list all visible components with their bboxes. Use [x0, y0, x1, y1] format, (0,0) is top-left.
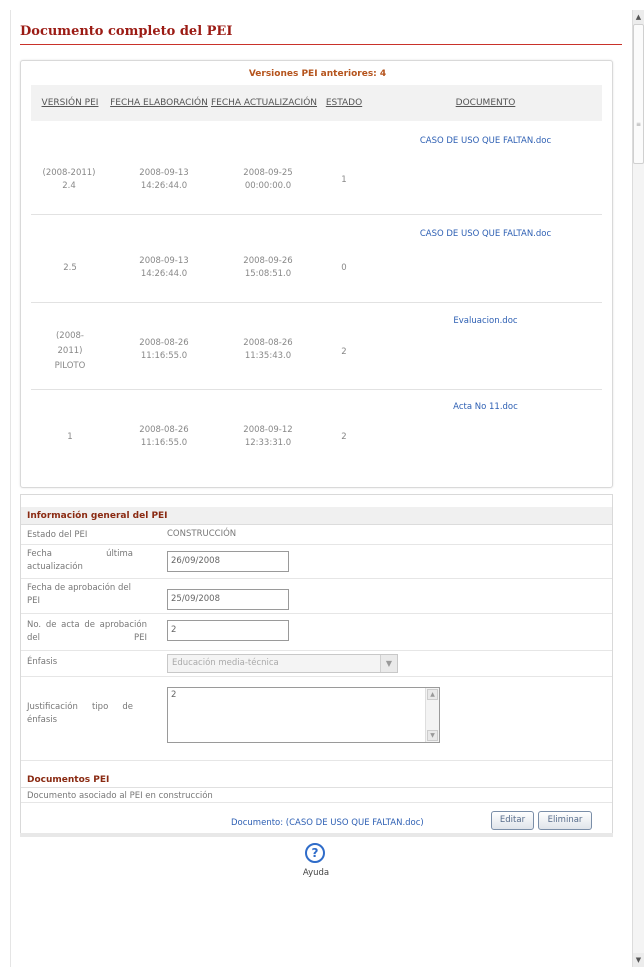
- estado-cell: 2: [341, 347, 347, 357]
- versions-table-header: VERSIÓN PEI FECHA ELABORACIÓN FECHA ACTU…: [31, 85, 602, 121]
- estado-value: CONSTRUCCIÓN: [167, 529, 237, 539]
- acta-row: No. de acta de aprobación del PEI 2: [21, 614, 612, 651]
- fecha-actualizacion-cell: 2008-09-25 00:00:00.0: [243, 168, 293, 191]
- header-documento[interactable]: DOCUMENTO: [369, 85, 602, 121]
- pei-info-panel: Información general del PEI Estado del P…: [20, 494, 613, 834]
- divider: [20, 833, 613, 837]
- table-row: Evaluacion.doc (2008-2011) PILOTO 2008-0…: [31, 304, 602, 390]
- page-scrollbar[interactable]: ▲ ≡ ▼: [632, 10, 644, 967]
- fecha-elaboracion-cell: 2008-08-26 11:16:55.0: [139, 338, 189, 361]
- estado-cell: 1: [341, 175, 347, 185]
- document-link[interactable]: Evaluacion.doc: [369, 315, 602, 328]
- justificacion-text: 2: [171, 690, 177, 700]
- page: Documento completo del PEI Versiones PEI…: [10, 10, 622, 964]
- docs-heading: Documentos PEI: [21, 772, 612, 788]
- enfasis-select[interactable]: Educación media-técnica ▼: [167, 654, 398, 673]
- justificacion-row: Justificación tipo de énfasis 2 ▲ ▼: [21, 677, 612, 761]
- fecha-actualizacion-input[interactable]: 26/09/2008: [167, 551, 289, 572]
- fecha-actualizacion-cell: 2008-09-26 15:08:51.0: [243, 256, 293, 279]
- fecha-elaboracion-cell: 2008-08-26 11:16:55.0: [139, 425, 189, 448]
- header-fecha-actualizacion[interactable]: FECHA ACTUALIZACIÓN: [209, 85, 319, 121]
- version-cell: (2008-2011) PILOTO: [54, 331, 86, 371]
- fecha-elaboracion-cell: 2008-09-13 14:26:44.0: [139, 256, 189, 279]
- acta-input[interactable]: 2: [167, 620, 289, 641]
- versions-caption: Versiones PEI anteriores: 4: [248, 69, 387, 79]
- fecha-actualizacion-row: Fecha última actualización 26/09/2008: [21, 545, 612, 579]
- textarea-scrollbar[interactable]: ▲ ▼: [425, 688, 439, 742]
- document-link[interactable]: CASO DE USO QUE FALTAN.doc: [369, 228, 602, 241]
- scroll-up-icon[interactable]: ▲: [633, 10, 644, 24]
- fecha-actualizacion-label: Fecha última actualización: [27, 549, 133, 572]
- fecha-aprobacion-row: Fecha de aprobación del PEI 25/09/2008: [21, 579, 612, 614]
- docs-description: Documento asociado al PEI en construcció…: [27, 791, 213, 801]
- fecha-actualizacion-cell: 2008-08-26 11:35:43.0: [243, 338, 293, 361]
- help-label[interactable]: Ayuda: [298, 868, 334, 878]
- current-document-link[interactable]: Documento: (CASO DE USO QUE FALTAN.doc): [231, 818, 424, 828]
- fecha-elaboracion-cell: 2008-09-13 14:26:44.0: [139, 168, 189, 191]
- scroll-down-icon[interactable]: ▼: [427, 730, 438, 741]
- divider: [21, 802, 612, 803]
- question-circle-icon[interactable]: ?: [305, 843, 325, 863]
- scrollbar-thumb[interactable]: ≡: [633, 24, 644, 164]
- estado-cell: 2: [341, 432, 347, 442]
- estado-row: Estado del PEI CONSTRUCCIÓN: [21, 525, 612, 545]
- enfasis-selected-value: Educación media-técnica: [172, 658, 279, 668]
- enfasis-label: Énfasis: [27, 657, 58, 667]
- estado-label: Estado del PEI: [27, 530, 88, 540]
- fecha-aprobacion-label: Fecha de aprobación del PEI: [27, 583, 131, 606]
- version-cell: 1: [67, 432, 73, 442]
- header-fecha-elaboracion[interactable]: FECHA ELABORACIÓN: [109, 85, 209, 121]
- table-row: CASO DE USO QUE FALTAN.doc (2008-2011) 2…: [31, 123, 602, 215]
- table-row: Acta No 11.doc 1 2008-08-26 11:16:55.0 2…: [31, 391, 602, 477]
- page-title: Documento completo del PEI: [20, 24, 622, 45]
- edit-button[interactable]: Editar: [491, 811, 534, 830]
- acta-label: No. de acta de aprobación del PEI: [27, 620, 147, 643]
- fecha-aprobacion-input[interactable]: 25/09/2008: [167, 589, 289, 610]
- scroll-up-icon[interactable]: ▲: [427, 689, 438, 700]
- justificacion-label: Justificación tipo de énfasis: [27, 702, 133, 725]
- estado-cell: 0: [341, 263, 347, 273]
- table-row: CASO DE USO QUE FALTAN.doc 2.5 2008-09-1…: [31, 216, 602, 303]
- enfasis-row: Énfasis Educación media-técnica ▼: [21, 651, 612, 677]
- delete-button[interactable]: Eliminar: [538, 811, 592, 830]
- chevron-down-icon[interactable]: ▼: [380, 655, 397, 672]
- info-heading: Información general del PEI: [21, 507, 612, 525]
- versions-panel: Versiones PEI anteriores: 4 VERSIÓN PEI …: [20, 60, 613, 488]
- fecha-actualizacion-cell: 2008-09-12 12:33:31.0: [243, 425, 293, 448]
- header-version[interactable]: VERSIÓN PEI: [31, 85, 109, 121]
- version-cell: (2008-2011) 2.4: [42, 168, 96, 191]
- justificacion-textarea[interactable]: 2 ▲ ▼: [167, 687, 440, 743]
- header-estado[interactable]: ESTADO: [319, 85, 369, 121]
- document-link[interactable]: CASO DE USO QUE FALTAN.doc: [369, 135, 602, 148]
- scroll-down-icon[interactable]: ▼: [633, 953, 644, 967]
- version-cell: 2.5: [63, 263, 77, 273]
- document-link[interactable]: Acta No 11.doc: [369, 401, 602, 414]
- grip-icon: ≡: [636, 121, 642, 128]
